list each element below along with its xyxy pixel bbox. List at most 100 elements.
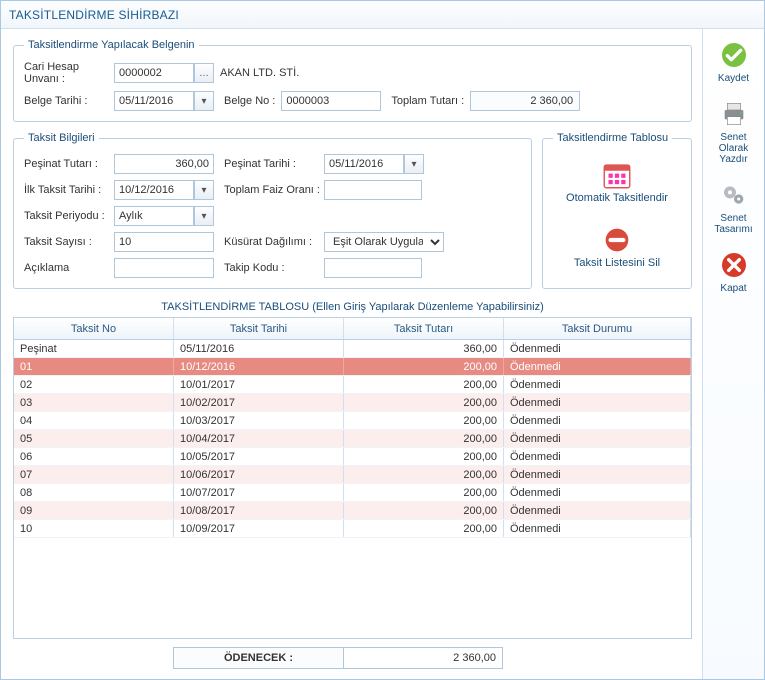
periyod-dropdown[interactable]: ▾ — [194, 206, 214, 226]
sayi-input[interactable] — [114, 232, 214, 252]
table-row[interactable]: Peşinat05/11/2016360,00Ödenmedi — [14, 340, 691, 358]
cell-date: 10/02/2017 — [174, 394, 344, 411]
grid-body[interactable]: Peşinat05/11/2016360,00Ödenmedi0110/12/2… — [14, 340, 691, 638]
cell-date: 10/06/2017 — [174, 466, 344, 483]
cell-date: 10/12/2016 — [174, 358, 344, 375]
cari-picker-button[interactable]: … — [194, 63, 214, 83]
pesinat-tarihi-label: Peşinat Tarihi : — [224, 158, 324, 170]
cell-no: 05 — [14, 430, 174, 447]
taksit-fieldset: Taksit Bilgileri Peşinat Tutarı : Peşina… — [13, 132, 532, 289]
print-button[interactable]: Senet Olarak Yazdır — [707, 98, 761, 165]
cell-no: 04 — [14, 412, 174, 429]
printer-icon — [718, 98, 750, 130]
col-date[interactable]: Taksit Tarihi — [174, 318, 344, 339]
table-row[interactable]: 0510/04/2017200,00Ödenmedi — [14, 430, 691, 448]
takip-label: Takip Kodu : — [224, 262, 324, 274]
cell-date: 10/08/2017 — [174, 502, 344, 519]
doc-legend: Taksitlendirme Yapılacak Belgenin — [24, 39, 199, 51]
cell-no: 09 — [14, 502, 174, 519]
cari-value[interactable] — [114, 63, 194, 83]
table-row[interactable]: 0410/03/2017200,00Ödenmedi — [14, 412, 691, 430]
cell-status: Ödenmedi — [504, 484, 691, 501]
ilk-taksit-dropdown[interactable]: ▾ — [194, 180, 214, 200]
pesinat-tarihi-input[interactable] — [324, 154, 404, 174]
belge-tarihi-value[interactable] — [114, 91, 194, 111]
sayi-label: Taksit Sayısı : — [24, 236, 114, 248]
faiz-input[interactable] — [324, 180, 422, 200]
table-row[interactable]: 0910/08/2017200,00Ödenmedi — [14, 502, 691, 520]
belge-tarihi-dropdown[interactable]: ▾ — [194, 91, 214, 111]
save-button[interactable]: Kaydet — [707, 39, 761, 84]
cell-no: 07 — [14, 466, 174, 483]
cell-status: Ödenmedi — [504, 466, 691, 483]
installment-grid[interactable]: Taksit No Taksit Tarihi Taksit Tutarı Ta… — [13, 317, 692, 639]
window: TAKSİTLENDİRME SİHİRBAZI Taksitlendirme … — [0, 0, 765, 680]
actions-fieldset: Taksitlendirme Tablosu — [542, 132, 692, 289]
cell-date: 10/07/2017 — [174, 484, 344, 501]
design-button[interactable]: Senet Tasarımı — [707, 179, 761, 235]
cell-amount: 200,00 — [344, 394, 504, 411]
periyod-label: Taksit Periyodu : — [24, 210, 114, 222]
cell-status: Ödenmedi — [504, 340, 691, 357]
aciklama-input[interactable] — [114, 258, 214, 278]
cell-no: Peşinat — [14, 340, 174, 357]
table-row[interactable]: 1010/09/2017200,00Ödenmedi — [14, 520, 691, 538]
cell-amount: 200,00 — [344, 502, 504, 519]
footer-value: 2 360,00 — [343, 647, 503, 669]
table-row[interactable]: 0810/07/2017200,00Ödenmedi — [14, 484, 691, 502]
col-status[interactable]: Taksit Durumu — [504, 318, 691, 339]
doc-fieldset: Taksitlendirme Yapılacak Belgenin Cari H… — [13, 39, 692, 122]
table-row[interactable]: 0610/05/2017200,00Ödenmedi — [14, 448, 691, 466]
delete-list-button[interactable]: Taksit Listesini Sil — [574, 223, 660, 270]
grid-caption: TAKSİTLENDİRME TABLOSU (Ellen Giriş Yapı… — [13, 301, 692, 313]
auto-installment-button[interactable]: Otomatik Taksitlendir — [566, 158, 668, 205]
window-title: TAKSİTLENDİRME SİHİRBAZI — [1, 1, 764, 29]
cari-label: Cari Hesap Unvanı : — [24, 61, 114, 85]
pesinat-tutar-input[interactable] — [114, 154, 214, 174]
table-row[interactable]: 0310/02/2017200,00Ödenmedi — [14, 394, 691, 412]
table-row[interactable]: 0210/01/2017200,00Ödenmedi — [14, 376, 691, 394]
kusurat-select[interactable]: Eşit Olarak Uygula — [324, 232, 444, 252]
cari-name: AKAN LTD. STİ. — [220, 67, 299, 79]
footer-label: ÖDENECEK : — [173, 647, 343, 669]
cell-amount: 200,00 — [344, 430, 504, 447]
ilk-taksit-input[interactable] — [114, 180, 194, 200]
close-icon — [718, 249, 750, 281]
col-amount[interactable]: Taksit Tutarı — [344, 318, 504, 339]
cell-no: 10 — [14, 520, 174, 537]
sidebar: Kaydet Senet Olarak Yazdır Senet — [702, 29, 764, 679]
calendar-icon — [600, 158, 634, 192]
cell-amount: 200,00 — [344, 448, 504, 465]
belge-tarihi-label: Belge Tarihi : — [24, 95, 114, 107]
cell-status: Ödenmedi — [504, 376, 691, 393]
belge-no-value[interactable] — [281, 91, 381, 111]
cell-status: Ödenmedi — [504, 394, 691, 411]
gears-icon — [718, 179, 750, 211]
cell-amount: 200,00 — [344, 466, 504, 483]
cell-date: 10/04/2017 — [174, 430, 344, 447]
takip-input[interactable] — [324, 258, 422, 278]
check-icon — [718, 39, 750, 71]
cell-date: 10/09/2017 — [174, 520, 344, 537]
actions-legend: Taksitlendirme Tablosu — [553, 132, 672, 144]
close-button[interactable]: Kapat — [707, 249, 761, 294]
cell-no: 02 — [14, 376, 174, 393]
cell-status: Ödenmedi — [504, 502, 691, 519]
cell-date: 10/05/2017 — [174, 448, 344, 465]
cell-amount: 200,00 — [344, 484, 504, 501]
toplam-label: Toplam Tutarı : — [391, 95, 464, 107]
pesinat-tutar-label: Peşinat Tutarı : — [24, 158, 114, 170]
cell-amount: 200,00 — [344, 358, 504, 375]
table-row[interactable]: 0710/06/2017200,00Ödenmedi — [14, 466, 691, 484]
cell-status: Ödenmedi — [504, 412, 691, 429]
table-row[interactable]: 0110/12/2016200,00Ödenmedi — [14, 358, 691, 376]
cell-status: Ödenmedi — [504, 448, 691, 465]
periyod-input[interactable] — [114, 206, 194, 226]
cell-no: 03 — [14, 394, 174, 411]
pesinat-tarihi-dropdown[interactable]: ▾ — [404, 154, 424, 174]
cell-amount: 200,00 — [344, 412, 504, 429]
cell-no: 08 — [14, 484, 174, 501]
cell-amount: 200,00 — [344, 520, 504, 537]
col-no[interactable]: Taksit No — [14, 318, 174, 339]
cell-status: Ödenmedi — [504, 358, 691, 375]
